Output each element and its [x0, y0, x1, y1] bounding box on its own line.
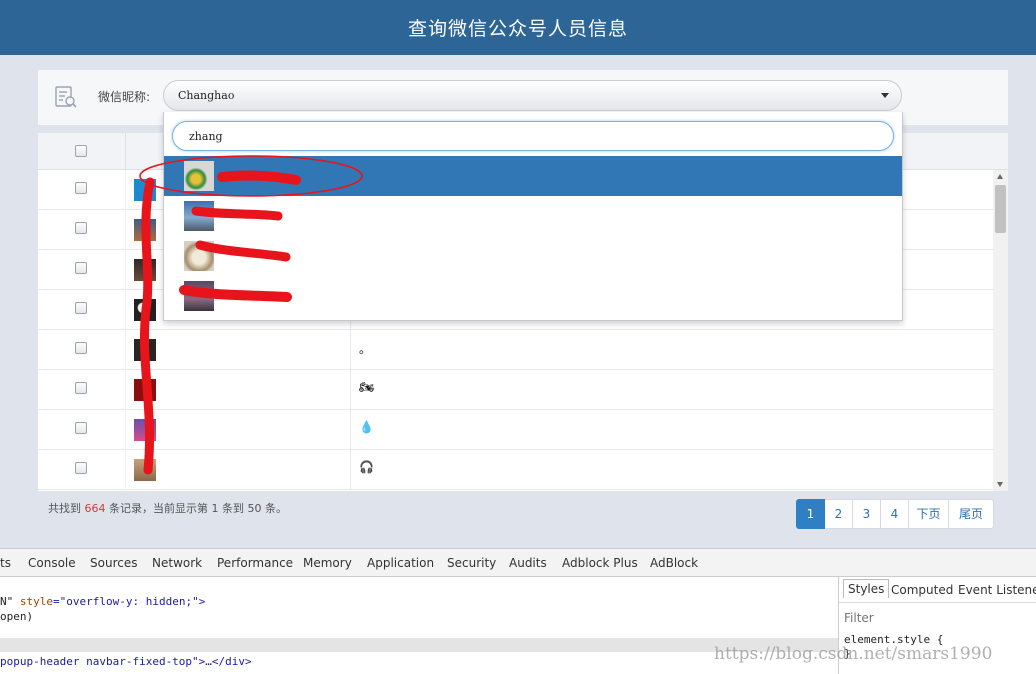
avatar — [134, 459, 156, 481]
avatar — [184, 161, 214, 191]
avatar — [184, 201, 214, 231]
nickname-dropdown: zhang — [163, 112, 903, 321]
row-checkbox[interactable] — [75, 382, 87, 394]
app-screen: 查询微信公众号人员信息 微信昵称: Changhao 。 🏍 💧 🎧 共找到 6… — [0, 0, 1036, 674]
dom-line[interactable]: open) — [0, 610, 33, 623]
next-page-button[interactable]: 下页 — [909, 499, 949, 529]
nickname-select[interactable]: Changhao — [163, 80, 902, 111]
dom-line-attr: style — [19, 595, 53, 608]
column-divider — [350, 330, 351, 370]
dom-line-text: open) — [0, 610, 34, 623]
devtools-divider — [0, 638, 838, 652]
watermark: https://blog.csdn.net/smars1990 — [714, 644, 993, 664]
scroll-up-arrow-icon[interactable] — [997, 174, 1003, 179]
tab-elements[interactable]: ts — [0, 556, 11, 570]
records-prefix: 共找到 — [48, 502, 81, 515]
row-checkbox[interactable] — [75, 222, 87, 234]
page-title: 查询微信公众号人员信息 — [407, 18, 628, 40]
page-header: 查询微信公众号人员信息 — [0, 0, 1036, 55]
tab-security[interactable]: Security — [447, 556, 496, 570]
page-button-3[interactable]: 3 — [853, 499, 881, 529]
dom-line[interactable]: popup-header navbar-fixed-top">…</div> — [0, 655, 252, 668]
page-button-1[interactable]: 1 — [796, 499, 825, 529]
records-count: 664 — [84, 502, 106, 515]
row-checkbox[interactable] — [75, 182, 87, 194]
avatar — [134, 259, 156, 281]
nickname-select-value: Changhao — [178, 89, 235, 102]
nickname-label: 微信昵称: — [98, 90, 151, 104]
column-divider — [125, 370, 126, 410]
dropdown-option[interactable] — [164, 196, 902, 236]
dropdown-option[interactable] — [164, 156, 902, 196]
row-checkbox[interactable] — [75, 462, 87, 474]
row-checkbox[interactable] — [75, 302, 87, 314]
tab-memory[interactable]: Memory — [303, 556, 352, 570]
avatar — [134, 379, 156, 401]
dom-line-text: popup-header navbar-fixed-top">…</div> — [0, 655, 252, 668]
table-scrollbar[interactable] — [993, 170, 1008, 491]
dom-line[interactable]: N" style="overflow-y: hidden;"> — [0, 595, 205, 608]
row-nickname: 🎧 — [359, 460, 374, 474]
dropdown-option[interactable] — [164, 276, 902, 316]
search-list-icon — [55, 86, 77, 108]
column-divider — [125, 450, 126, 490]
avatar — [184, 281, 214, 311]
row-nickname: 🏍 — [359, 380, 375, 394]
column-divider — [350, 370, 351, 410]
select-all-checkbox[interactable] — [75, 145, 87, 157]
page-button-2[interactable]: 2 — [825, 499, 853, 529]
avatar — [134, 179, 156, 201]
avatar — [134, 299, 156, 321]
records-suffix: 条记录，当前显示第 1 条到 50 条。 — [109, 502, 287, 515]
dom-line-value: ="overflow-y: hidden;"> — [53, 595, 206, 608]
dropdown-option[interactable] — [164, 236, 902, 276]
tab-application[interactable]: Application — [367, 556, 434, 570]
row-nickname: 💧 — [359, 420, 374, 434]
column-divider — [125, 250, 126, 290]
avatar — [134, 339, 156, 361]
devtools-tab-bar: ts Console Sources Network Performance M… — [0, 549, 1036, 577]
chevron-down-icon[interactable] — [881, 93, 889, 98]
column-divider — [125, 410, 126, 450]
row-nickname: 。 — [359, 342, 372, 356]
row-checkbox[interactable] — [75, 262, 87, 274]
styles-filter-input[interactable]: Filter — [844, 611, 874, 625]
last-page-button[interactable]: 尾页 — [949, 499, 994, 529]
avatar — [134, 419, 156, 441]
dom-line-text: N" — [0, 595, 20, 608]
tab-audits[interactable]: Audits — [509, 556, 547, 570]
column-divider — [125, 290, 126, 330]
tab-network[interactable]: Network — [152, 556, 202, 570]
scroll-down-arrow-icon[interactable] — [997, 482, 1003, 487]
dropdown-search-value: zhang — [189, 130, 223, 143]
table-row[interactable]: 💧 — [38, 410, 993, 450]
row-checkbox[interactable] — [75, 342, 87, 354]
tab-adblock[interactable]: AdBlock — [650, 556, 698, 570]
column-divider — [350, 410, 351, 450]
tab-sources[interactable]: Sources — [90, 556, 137, 570]
column-divider — [125, 330, 126, 370]
record-summary: 共找到 664 条记录，当前显示第 1 条到 50 条。 — [48, 500, 287, 516]
table-row[interactable]: 🎧 — [38, 450, 993, 490]
table-row[interactable]: 🏍 — [38, 370, 993, 410]
tab-performance[interactable]: Performance — [217, 556, 293, 570]
column-divider — [125, 133, 126, 170]
styles-tab-bar: Styles Computed Event Listeners — [839, 577, 1036, 603]
tab-console[interactable]: Console — [28, 556, 76, 570]
column-divider — [125, 210, 126, 250]
dropdown-search-input[interactable]: zhang — [172, 121, 894, 151]
tab-event-listeners[interactable]: Event Listeners — [958, 583, 1036, 597]
column-divider — [125, 170, 126, 210]
table-row[interactable]: 。 — [38, 330, 993, 370]
avatar — [134, 219, 156, 241]
column-divider — [350, 450, 351, 490]
scrollbar-thumb[interactable] — [995, 185, 1006, 233]
avatar — [184, 241, 214, 271]
tab-styles[interactable]: Styles — [843, 579, 890, 598]
pagination: 1 2 3 4 下页 尾页 — [796, 499, 994, 529]
row-checkbox[interactable] — [75, 422, 87, 434]
page-button-4[interactable]: 4 — [881, 499, 909, 529]
tab-adblock-plus[interactable]: Adblock Plus — [562, 556, 638, 570]
tab-computed[interactable]: Computed — [891, 583, 953, 597]
